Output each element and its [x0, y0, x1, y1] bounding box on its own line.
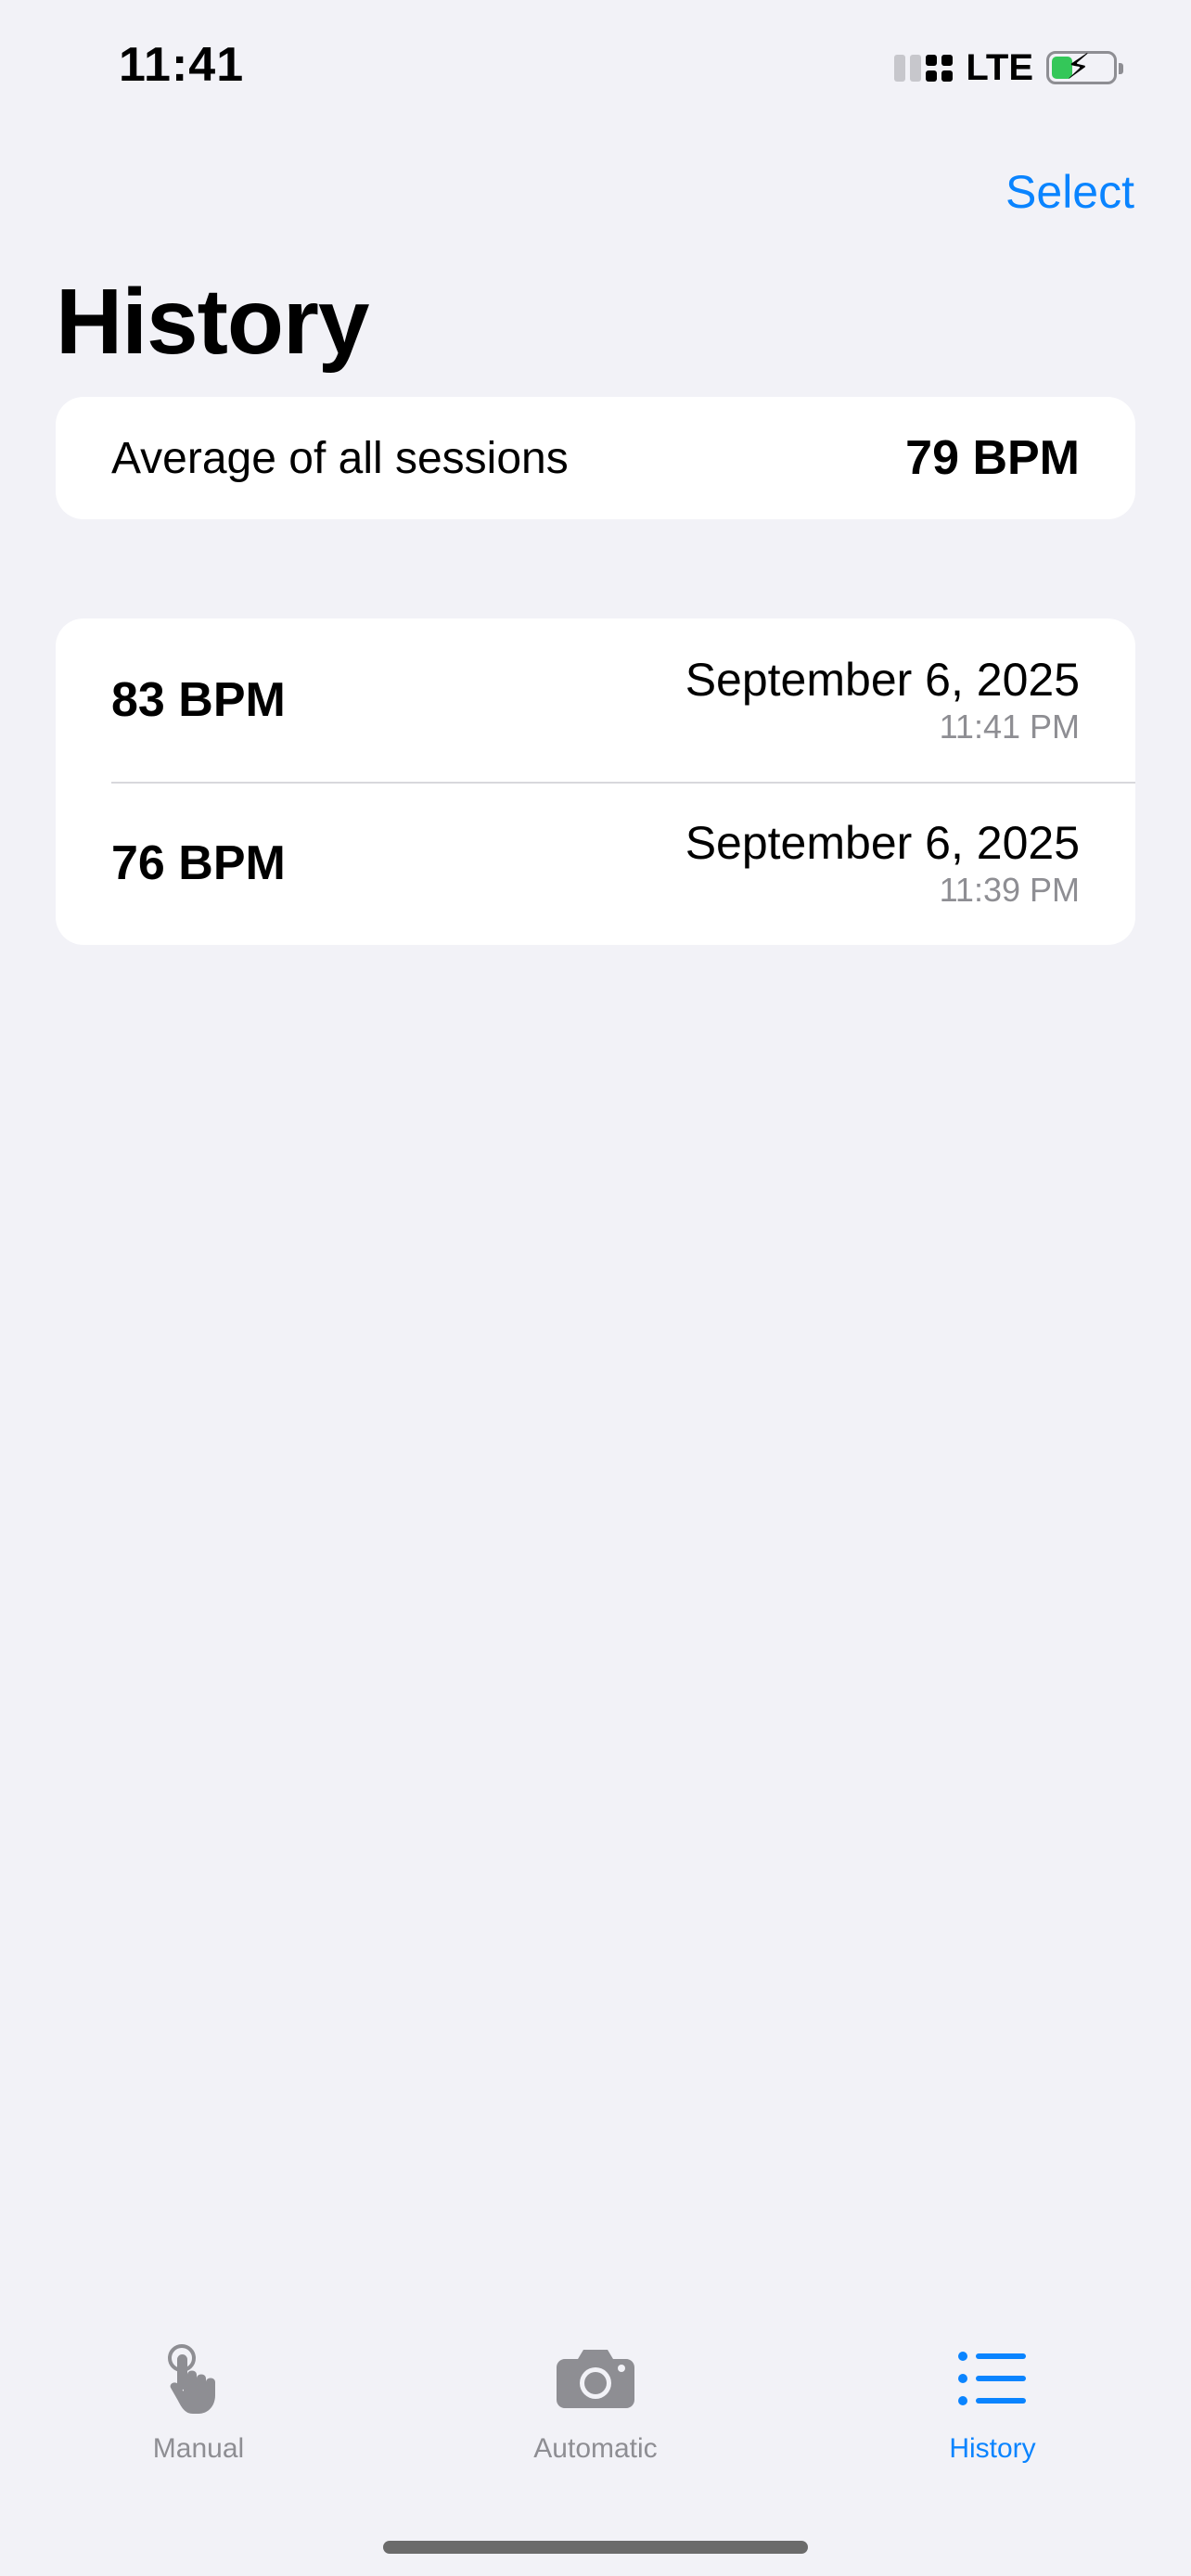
page-title: History	[56, 270, 370, 374]
select-button[interactable]: Select	[1005, 165, 1134, 219]
list-icon	[951, 2337, 1034, 2420]
average-label: Average of all sessions	[111, 433, 569, 483]
session-date: September 6, 2025	[685, 817, 1080, 869]
session-row[interactable]: 76 BPM September 6, 2025 11:39 PM	[56, 782, 1135, 945]
tab-automatic[interactable]: Automatic	[447, 2337, 744, 2504]
tab-manual[interactable]: Manual	[50, 2337, 347, 2504]
average-card: Average of all sessions 79 BPM	[56, 397, 1135, 519]
session-timestamp: September 6, 2025 11:41 PM	[685, 653, 1080, 747]
session-bpm: 83 BPM	[111, 673, 286, 727]
session-time: 11:41 PM	[939, 708, 1080, 746]
signal-icon	[894, 54, 954, 82]
tab-label: History	[949, 2433, 1036, 2464]
tab-bar: Manual Automatic History	[0, 2337, 1191, 2504]
session-time: 11:39 PM	[939, 871, 1080, 909]
average-value: 79 BPM	[905, 431, 1080, 485]
session-bpm: 76 BPM	[111, 836, 286, 890]
status-indicators: LTE ⚡	[894, 45, 1123, 91]
session-timestamp: September 6, 2025 11:39 PM	[685, 816, 1080, 911]
battery-icon: ⚡	[1046, 50, 1123, 85]
session-row[interactable]: 83 BPM September 6, 2025 11:41 PM	[56, 618, 1135, 782]
history-screen: 11:41 LTE ⚡ Select History Average of al…	[0, 0, 1191, 2576]
tab-label: Manual	[152, 2433, 245, 2464]
sessions-list: 83 BPM September 6, 2025 11:41 PM 76 BPM…	[56, 618, 1135, 945]
tab-history[interactable]: History	[844, 2337, 1141, 2504]
status-time: 11:41	[119, 38, 245, 92]
hand-tap-icon	[157, 2337, 240, 2420]
tab-label: Automatic	[533, 2433, 658, 2464]
camera-icon	[554, 2337, 637, 2420]
network-type: LTE	[966, 46, 1033, 88]
home-indicator[interactable]	[383, 2541, 808, 2554]
session-date: September 6, 2025	[685, 654, 1080, 706]
